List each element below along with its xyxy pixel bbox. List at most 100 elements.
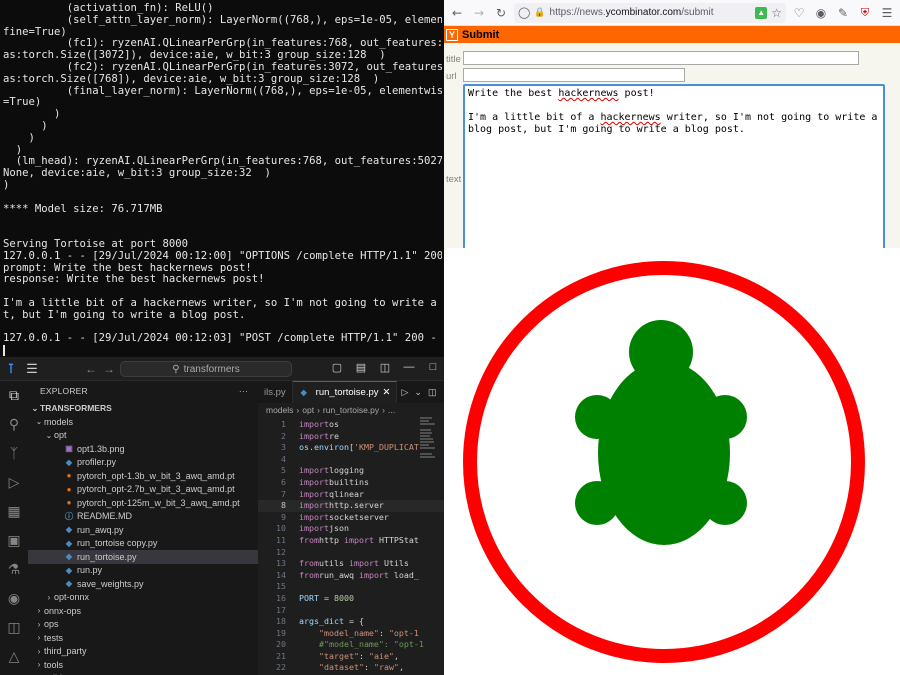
code-token: = {	[343, 616, 364, 627]
forward-arrow-icon[interactable]: →	[100, 362, 118, 376]
panel-icon[interactable]: ▤	[354, 361, 368, 374]
minimize-icon[interactable]: —	[402, 361, 416, 374]
title-input[interactable]	[463, 51, 859, 65]
code-line[interactable]: 7 importqlinear	[258, 489, 444, 501]
tree-folder[interactable]: › tests	[28, 631, 258, 645]
testing-icon[interactable]: ⚗	[5, 559, 23, 579]
lock-icon[interactable]: 🔒	[534, 7, 545, 18]
breadcrumb-item[interactable]: ...	[388, 405, 395, 415]
command-center-search[interactable]: ⚲ transformers	[120, 361, 292, 377]
breadcrumb-item[interactable]: run_tortoise.py	[323, 405, 379, 415]
line-number: 19	[276, 627, 286, 638]
code-line[interactable]: 15	[258, 581, 444, 593]
tree-file[interactable]: ● pytorch_opt-125m_w_bit_3_awq_amd.pt	[28, 496, 258, 510]
tree-file[interactable]: ◆ run.py	[28, 564, 258, 578]
maximize-icon[interactable]: □	[426, 361, 440, 374]
extensions-icon[interactable]: ▦	[5, 501, 23, 521]
code-line[interactable]: 3 os.environ['KMP_DUPLICAT	[258, 442, 444, 454]
code-line[interactable]: 8 importhttp.server	[258, 500, 444, 512]
code-line[interactable]: 1 importos	[258, 419, 444, 431]
hn-logo[interactable]: Y	[446, 28, 458, 41]
code-line[interactable]: 22 "dataset": "raw",	[258, 662, 444, 674]
account-icon[interactable]: ◉	[812, 4, 830, 22]
hamburger-menu-icon[interactable]: ☰	[22, 361, 42, 377]
run-icon[interactable]: ▷	[401, 387, 408, 398]
tree-item-label: opt-onnx	[54, 592, 90, 603]
run-debug-icon[interactable]: ▷	[5, 472, 23, 492]
breadcrumb-item[interactable]: models	[266, 405, 293, 415]
tree-file[interactable]: ● pytorch_opt-2.7b_w_bit_3_awq_amd.pt	[28, 483, 258, 497]
remote-explorer-icon[interactable]: ▣	[5, 530, 23, 550]
address-bar[interactable]: ◯ 🔒 https://news.ycombinator.com/submit …	[514, 2, 786, 23]
tree-folder[interactable]: › tools	[28, 658, 258, 672]
code-line[interactable]: 9 importsocketserver	[258, 512, 444, 524]
sidebar-toggle-icon[interactable]: ◫	[378, 361, 392, 374]
line-number: 22	[276, 662, 286, 673]
tree-folder[interactable]: › opt-onnx	[28, 591, 258, 605]
tree-file[interactable]: ● pytorch_opt-1.3b_w_bit_3_awq_amd.pt	[28, 469, 258, 483]
code-line[interactable]: 13 fromutils import Utils	[258, 558, 444, 570]
code-line[interactable]: 4	[258, 454, 444, 466]
search-icon[interactable]: ⚲	[5, 414, 23, 434]
pocket-icon[interactable]: ♡	[790, 4, 808, 22]
code-line[interactable]: 19 "model_name": "opt-1	[258, 628, 444, 640]
code-line[interactable]: 17	[258, 605, 444, 617]
tree-file[interactable]: ▣ opt1.3b.png	[28, 442, 258, 456]
code-line[interactable]: 12	[258, 547, 444, 559]
url-text[interactable]: https://news.ycombinator.com/submit	[550, 7, 752, 18]
tree-file[interactable]: ⓘ README.MD	[28, 510, 258, 524]
tree-folder[interactable]: ⌄ models	[28, 415, 258, 429]
tree-file[interactable]: ◆ run_tortoise.py	[28, 550, 258, 564]
bookmark-star-icon[interactable]: ☆	[771, 6, 782, 20]
tree-file[interactable]: ◆ run_awq.py	[28, 523, 258, 537]
ublock-icon[interactable]: ⛨	[856, 4, 874, 22]
tab-run-tortoise[interactable]: ◆ run_tortoise.py ✕	[292, 381, 398, 403]
tree-folder[interactable]: › ops	[28, 618, 258, 632]
code-line[interactable]: 10 importjson	[258, 523, 444, 535]
code-line[interactable]: 16 PORT = 8000	[258, 593, 444, 605]
layout-icon[interactable]: ▢	[330, 361, 344, 374]
code-token: logging	[328, 465, 364, 476]
tree-folder[interactable]: › onnx-ops	[28, 604, 258, 618]
code-line[interactable]: 21 "target": "aie",	[258, 651, 444, 663]
code-line[interactable]: 20 #"model_name": "opt-1	[258, 639, 444, 651]
code-line[interactable]: 6 importbuiltins	[258, 477, 444, 489]
url-input[interactable]	[463, 68, 685, 82]
tree-file[interactable]: ◆ save_weights.py	[28, 577, 258, 591]
shield-icon[interactable]: ◯	[518, 6, 530, 19]
menu-icon[interactable]: ☰	[878, 4, 896, 22]
code-area[interactable]: 1 importos 2 importre 3 os.environ['KMP_DUPLI…	[258, 417, 444, 674]
code-line[interactable]: 2 importre	[258, 431, 444, 443]
terminal-window[interactable]: (activation_fn): ReLU() (self_attn_layer…	[0, 0, 444, 357]
text-textarea[interactable]: Write the best hackernews post! I'm a li…	[463, 84, 885, 248]
back-arrow-icon[interactable]: ←	[82, 362, 100, 376]
more-actions-icon[interactable]: ···	[239, 386, 248, 396]
close-icon[interactable]: ✕	[383, 387, 391, 398]
code-line[interactable]: 14 fromrun_awq import load_	[258, 570, 444, 582]
workspace-section[interactable]: ⌄ TRANSFORMERS	[28, 401, 258, 415]
tree-folder[interactable]: ›xclbin	[28, 672, 258, 675]
tab-utils[interactable]: ils.py	[258, 381, 293, 403]
extension-icon[interactable]: ▲	[755, 6, 768, 19]
tree-file[interactable]: ◆ profiler.py	[28, 456, 258, 470]
back-icon[interactable]: ←	[448, 4, 466, 22]
split-editor-icon[interactable]: ◫	[428, 387, 437, 398]
code-line[interactable]: 11 fromhttp import HTTPStat	[258, 535, 444, 547]
docker-icon[interactable]: ◫	[5, 617, 23, 637]
explorer-icon[interactable]: ⧉	[5, 385, 23, 405]
terminal-prompt[interactable]	[3, 345, 442, 357]
run-dropdown-icon[interactable]: ⌄	[414, 387, 422, 398]
code-line[interactable]: 18 args_dict = {	[258, 616, 444, 628]
extensions-icon[interactable]: ✎	[834, 4, 852, 22]
tree-folder[interactable]: › third_party	[28, 645, 258, 659]
accounts-icon[interactable]: △	[5, 646, 23, 666]
minimap[interactable]	[420, 417, 436, 487]
forward-icon[interactable]: →	[470, 4, 488, 22]
breadcrumb-item[interactable]: opt	[302, 405, 314, 415]
code-line[interactable]: 5 importlogging	[258, 465, 444, 477]
source-control-icon[interactable]: ᛉ	[5, 443, 23, 463]
reload-icon[interactable]: ↻	[492, 4, 510, 22]
tree-file[interactable]: ◆ run_tortoise copy.py	[28, 537, 258, 551]
tree-folder[interactable]: ⌄ opt	[28, 429, 258, 443]
github-icon[interactable]: ◉	[5, 588, 23, 608]
